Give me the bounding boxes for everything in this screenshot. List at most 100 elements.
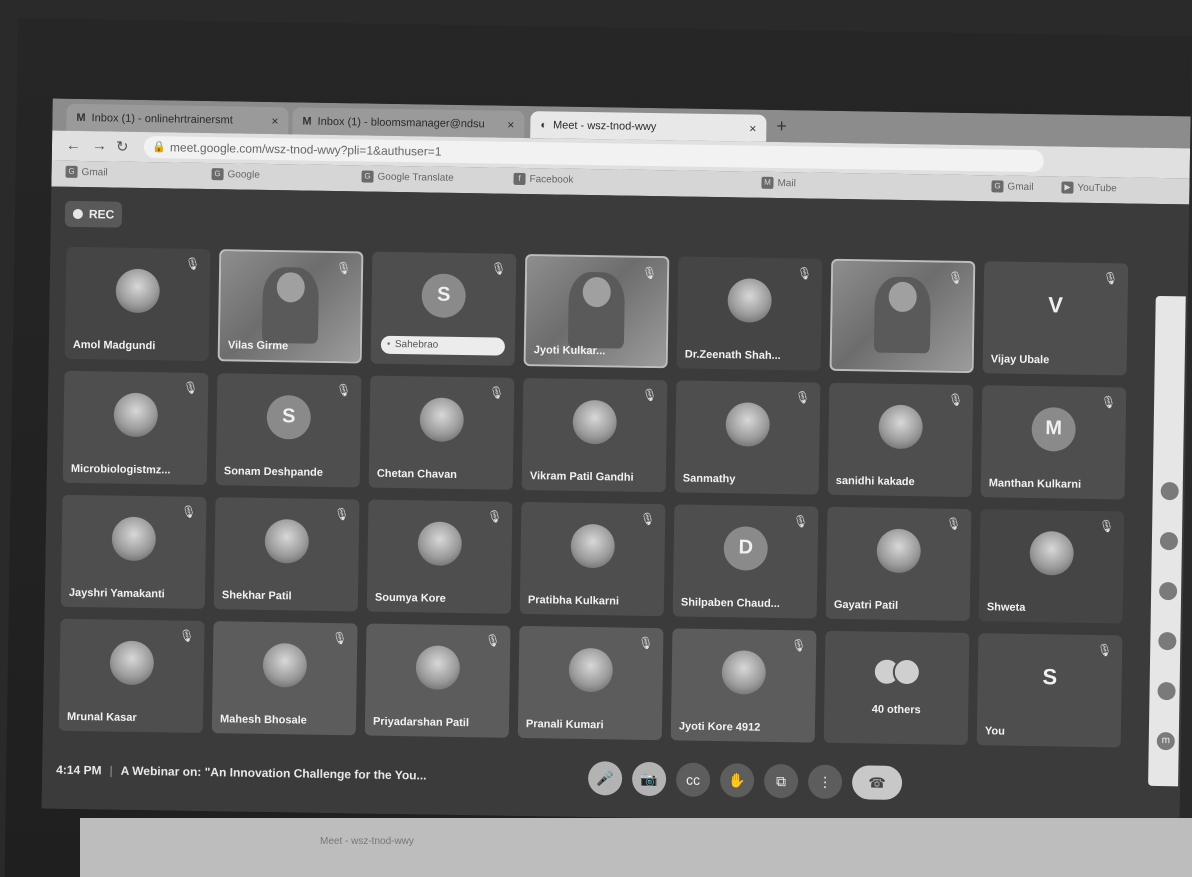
- participant-tile[interactable]: 🎙 S Sahebrao: [370, 251, 517, 366]
- close-icon[interactable]: ×: [501, 117, 514, 131]
- video-feed: [873, 276, 932, 354]
- mic-off-icon: 🎙: [794, 390, 811, 405]
- captions-button[interactable]: cc: [675, 762, 711, 797]
- taskbar-item[interactable]: Meet - wsz-tnod-wwy: [320, 836, 414, 847]
- bookmark-item[interactable]: G Google: [211, 168, 260, 181]
- mic-off-icon: 🎙: [1100, 395, 1117, 410]
- google-icon: G: [361, 170, 374, 183]
- participant-tile[interactable]: 🎙 Mahesh Bhosale: [211, 621, 358, 736]
- participant-name: Sahebrao: [380, 335, 506, 356]
- participant-tile[interactable]: 🎙 Gayatri Patil: [825, 506, 972, 622]
- bookmark-item[interactable]: G Gmail: [65, 165, 108, 179]
- panel-avatar[interactable]: m: [1156, 731, 1175, 751]
- mic-off-icon: 🎙: [792, 514, 809, 529]
- mic-off-icon: 🎙: [947, 270, 964, 285]
- raise-hand-button[interactable]: ✋: [719, 763, 755, 798]
- record-dot-icon: [72, 208, 84, 220]
- mic-off-icon: 🎙: [180, 504, 197, 519]
- panel-avatar[interactable]: [1157, 681, 1176, 701]
- participant-tile[interactable]: 🎙 S Sonam Deshpande: [215, 373, 362, 488]
- participant-name: [840, 361, 966, 363]
- phone-hangup-icon: ☎: [868, 773, 886, 791]
- tab-label: Meet - wsz-tnod-wwy: [552, 118, 657, 133]
- participant-tile[interactable]: 🎙 Vikram Patil Gandhi: [521, 377, 668, 493]
- others-count: 40 others: [871, 703, 921, 717]
- bookmark-item[interactable]: G Google Translate: [361, 170, 454, 183]
- avatar: [892, 658, 922, 687]
- participant-tile[interactable]: 🎙 Pratibha Kulkarni: [519, 501, 666, 617]
- participant-name: Soumya Kore: [374, 591, 446, 605]
- participant-tile[interactable]: 🎙 Priyadarshan Patil: [364, 623, 511, 738]
- panel-avatar[interactable]: [1158, 631, 1177, 651]
- participant-tile[interactable]: 🎙 Soumya Kore: [366, 499, 513, 614]
- participant-tile[interactable]: 🎙 Dr.Zeenath Shah...: [676, 256, 823, 371]
- new-tab-icon[interactable]: +: [776, 116, 787, 137]
- video-feed: [567, 271, 626, 349]
- camera-button[interactable]: 📷: [631, 761, 667, 797]
- avatar: [727, 277, 773, 323]
- gmail-icon: M: [302, 114, 312, 128]
- participant-name: Mahesh Bhosale: [219, 713, 307, 727]
- participant-tile[interactable]: 🎙 Vilas Girme: [217, 249, 364, 364]
- more-options-button[interactable]: ⋮: [807, 764, 843, 800]
- more-vert-icon: ⋮: [817, 773, 833, 790]
- participant-tile[interactable]: 🎙 Jayshri Yamakanti: [60, 494, 207, 610]
- avatar: D: [723, 525, 769, 571]
- panel-avatar[interactable]: [1158, 581, 1178, 601]
- participant-name: Vijay Ubale: [990, 353, 1050, 367]
- participant-tile[interactable]: 40 others: [823, 630, 970, 746]
- participant-tile[interactable]: 🎙 D Shilpaben Chaud...: [672, 504, 819, 619]
- rec-label: REC: [88, 207, 115, 222]
- participant-tile[interactable]: 🎙 S You: [976, 633, 1123, 748]
- tab-gmail-1[interactable]: M Inbox (1) - onlinehrtrainersmt ×: [66, 103, 289, 135]
- avatar: [417, 520, 463, 566]
- mail-icon: M: [761, 176, 774, 189]
- avatar: [419, 396, 465, 442]
- bookmark-item[interactable]: f Facebook: [513, 172, 574, 186]
- mic-off-icon: 🎙: [1098, 519, 1115, 534]
- participant-tile[interactable]: 🎙 Amol Madgundi: [64, 246, 211, 362]
- participant-name: sanidhi kakade: [835, 474, 915, 489]
- participant-tile[interactable]: 🎙 Jyoti Kore 4912: [670, 628, 817, 743]
- participant-name: Shilpaben Chaud...: [680, 596, 780, 611]
- participant-tile[interactable]: 🎙 V Vijay Ubale: [982, 261, 1129, 376]
- mic-button[interactable]: 🎤: [587, 761, 623, 796]
- mic-off-icon: 🎙: [178, 628, 195, 643]
- forward-arrow-icon[interactable]: →: [92, 137, 107, 154]
- bookmark-item[interactable]: ▶ YouTube: [1061, 181, 1117, 194]
- avatar: [721, 649, 767, 695]
- participant-tile[interactable]: 🎙 Pranali Kumari: [517, 625, 664, 741]
- avatar: [876, 528, 922, 573]
- avatar: [572, 399, 618, 444]
- participant-tile[interactable]: 🎙 Shekhar Patil: [213, 497, 360, 612]
- present-button[interactable]: ⧉: [763, 763, 799, 799]
- close-icon[interactable]: ×: [265, 113, 278, 127]
- bookmark-item[interactable]: M Mail: [761, 176, 796, 190]
- avatar: V: [1048, 291, 1064, 317]
- participant-tile[interactable]: 🎙 sanidhi kakade: [827, 382, 974, 498]
- tab-gmail-2[interactable]: M Inbox (1) - bloomsmanager@ndsu ×: [292, 107, 525, 138]
- bookmark-label: Google: [227, 168, 260, 181]
- recording-badge: REC: [64, 200, 123, 228]
- participant-tile[interactable]: 🎙 Shweta: [978, 509, 1125, 624]
- participant-tile[interactable]: 🎙 Mrunal Kasar: [58, 618, 205, 733]
- panel-avatar[interactable]: [1159, 532, 1179, 551]
- leave-call-button[interactable]: ☎: [851, 765, 903, 800]
- mic-off-icon: 🎙: [1096, 643, 1113, 658]
- back-arrow-icon[interactable]: ←: [66, 137, 81, 154]
- participant-tile[interactable]: 🎙 Sanmathy: [674, 380, 821, 495]
- panel-avatar[interactable]: [1160, 482, 1179, 501]
- tab-meet[interactable]: ◐ Meet - wsz-tnod-wwy ×: [530, 111, 767, 142]
- participant-tile[interactable]: 🎙 Microbiologistmz...: [62, 370, 209, 486]
- mic-off-icon: 🎙: [639, 511, 656, 527]
- monitor-screen: M Inbox (1) - onlinehrtrainersmt × M Inb…: [4, 18, 1192, 877]
- bookmark-item[interactable]: G Gmail: [991, 180, 1034, 193]
- participant-tile[interactable]: 🎙 M Manthan Kulkarni: [980, 385, 1127, 500]
- close-icon[interactable]: ×: [743, 121, 756, 135]
- meeting-title[interactable]: A Webinar on: "An Innovation Challenge f…: [121, 764, 427, 783]
- participant-tile[interactable]: 🎙 Jyoti Kulkar...: [523, 253, 670, 369]
- participant-name: You: [984, 725, 1005, 738]
- reload-icon[interactable]: ↻: [116, 138, 129, 156]
- participant-tile[interactable]: 🎙 Chetan Chavan: [368, 375, 515, 490]
- participant-tile[interactable]: 🎙: [829, 258, 976, 374]
